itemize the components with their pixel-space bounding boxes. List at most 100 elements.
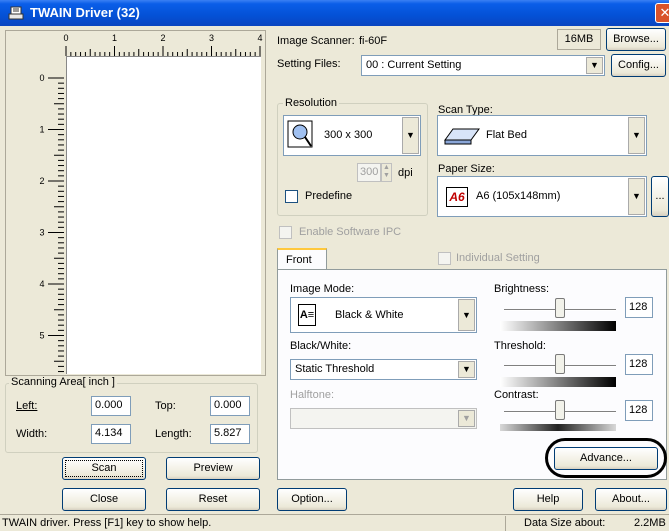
custom-resolution-field[interactable]: 300 [357,163,381,182]
black-white-mode-icon: A≡ [298,304,316,326]
preview-panel: 0 1 2 3 4 0 1 2 3 4 5 [5,30,266,376]
chevron-down-icon: ▼ [458,299,475,331]
contrast-label: Contrast: [494,389,539,401]
individual-setting-label: Individual Setting [456,252,540,264]
halftone-select[interactable]: ▼ [290,408,477,429]
width-label: Width: [16,428,48,440]
ruler-tick-label: 2 [160,33,165,43]
ruler-tick-label: 3 [209,33,214,43]
ruler-tick-label: 0 [39,73,44,83]
paper-size-badge: A6 [446,187,468,207]
reset-button[interactable]: Reset [166,488,260,511]
ruler-tick-label: 2 [39,176,44,186]
top-value: 0.000 [214,399,242,411]
ruler-tick-label: 5 [39,331,44,341]
threshold-value[interactable]: 128 [625,354,653,375]
contrast-value[interactable]: 128 [625,400,653,421]
left-label: Left: [16,400,38,412]
image-mode-value: Black & White [335,309,404,321]
brightness-value[interactable]: 128 [625,297,653,318]
resolution-select[interactable]: 300 x 300 ▼ [283,115,421,156]
width-field[interactable]: 4.134 [91,424,131,444]
length-field[interactable]: 5.827 [210,424,250,444]
title-bar: TWAIN Driver (32) ✕ [0,0,669,26]
status-bar: TWAIN driver. Press [F1] key to show hel… [0,514,669,531]
paper-size-value: A6 (105x148mm) [476,190,561,202]
chevron-down-icon: ▼ [402,117,419,154]
data-size-value: 2.2MB [634,517,666,529]
scan-type-value: Flat Bed [486,129,527,141]
black-white-label: Black/White: [290,340,352,352]
about-button[interactable]: About... [595,488,667,511]
scanner-app-icon [8,6,24,20]
status-help-text: TWAIN driver. Press [F1] key to show hel… [2,517,212,529]
length-label: Length: [155,428,192,440]
image-scanner-label: Image Scanner: [277,35,355,47]
window-title: TWAIN Driver (32) [30,5,140,20]
ruler-tick-label: 3 [39,228,44,238]
memory-badge: 16MB [557,29,601,50]
preview-canvas[interactable] [66,56,261,374]
image-mode-label: Image Mode: [290,283,355,295]
black-white-value: Static Threshold [295,363,375,375]
width-value: 4.134 [95,427,123,439]
threshold-gradient [500,377,616,387]
contrast-slider-thumb[interactable] [555,400,565,420]
halftone-label: Halftone: [290,389,335,401]
close-icon[interactable]: ✕ [655,3,669,23]
chevron-down-icon: ▼ [628,117,645,154]
chevron-down-icon: ▼ [628,178,645,215]
resolution-spinner[interactable]: ▲ ▼ [381,163,392,182]
predefine-checkbox[interactable] [285,190,298,203]
brightness-slider-thumb[interactable] [555,298,565,318]
setting-files-select[interactable]: 00 : Current Setting ▼ [361,55,605,76]
browse-button[interactable]: Browse... [606,28,666,51]
chevron-down-icon: ▼ [586,57,603,74]
ruler-tick-label: 1 [39,125,44,135]
ruler-tick-label: 4 [257,33,262,43]
data-size-label: Data Size about: [524,517,606,529]
software-ipc-label: Enable Software IPC [299,226,402,238]
software-ipc-checkbox[interactable] [279,226,292,239]
contrast-gradient [500,424,616,431]
top-label: Top: [155,400,176,412]
length-value: 5.827 [214,427,242,439]
scanner-model: fi-60F [359,35,388,47]
black-white-select[interactable]: Static Threshold ▼ [290,359,477,380]
flatbed-icon [444,128,480,145]
data-size-panel: Data Size about: 2.2MB [505,516,669,531]
top-field[interactable]: 0.000 [210,396,250,416]
close-button[interactable]: Close [62,488,146,511]
resolution-icon [287,120,313,148]
tab-front[interactable]: Front [277,248,327,270]
dpi-label: dpi [398,167,413,179]
brightness-gradient [500,321,616,331]
tab-front-label: Front [286,254,312,266]
option-button[interactable]: Option... [277,488,347,511]
resolution-value: 300 x 300 [324,129,373,141]
setting-files-value: 00 : Current Setting [366,59,462,71]
paper-size-select[interactable]: A6 A6 (105x148mm) ▼ [437,176,647,217]
individual-setting-checkbox[interactable] [438,252,451,265]
highlight-ring [545,438,667,478]
image-mode-select[interactable]: A≡ Black & White ▼ [290,297,477,333]
paper-size-more-button[interactable]: ... [651,176,669,217]
brightness-label: Brightness: [494,283,550,295]
ruler-tick-label: 1 [112,33,117,43]
left-field[interactable]: 0.000 [91,396,131,416]
config-button[interactable]: Config... [611,54,666,77]
preview-button[interactable]: Preview [166,457,260,480]
custom-resolution-value: 300 [360,166,379,178]
paper-size-label: Paper Size: [438,163,495,175]
left-value: 0.000 [95,399,123,411]
scan-button[interactable]: Scan [62,457,146,480]
predefine-label: Predefine [305,190,353,202]
vertical-ruler: 0 1 2 3 4 5 [39,73,64,373]
ruler-tick-label: 4 [39,279,44,289]
chevron-down-icon: ▼ [458,410,475,427]
threshold-slider-thumb[interactable] [555,354,565,374]
help-button[interactable]: Help [513,488,583,511]
scan-type-select[interactable]: Flat Bed ▼ [437,115,647,156]
scanning-area-label: Scanning Area[ inch ] [9,376,117,388]
resolution-label: Resolution [283,97,339,109]
